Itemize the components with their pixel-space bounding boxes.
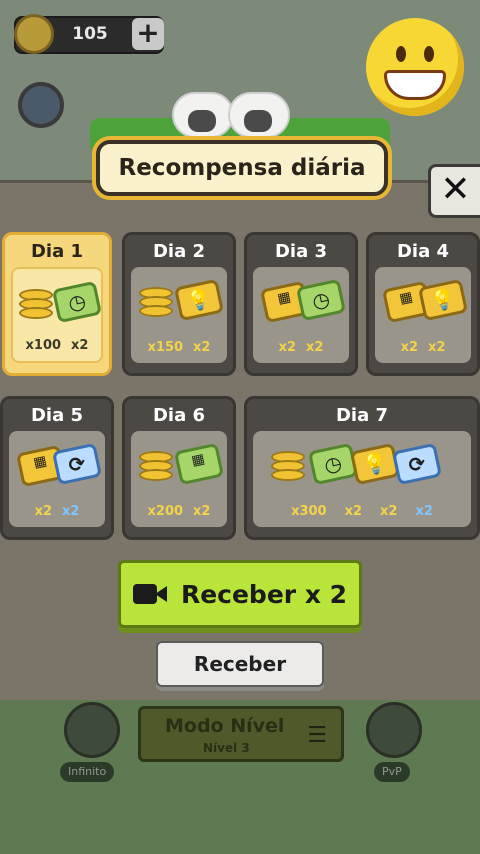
- reward-amount: x2: [71, 338, 89, 353]
- pvp-mode-button[interactable]: [366, 702, 422, 758]
- day-card-1[interactable]: Dia 1 ◷ x100 x2: [2, 232, 112, 376]
- coin-stack-icon: [139, 451, 175, 485]
- day-label: Dia 3: [274, 240, 328, 262]
- lightbulb-ticket-icon: 💡: [173, 278, 225, 322]
- receive-double-ad-button[interactable]: Receber x 2: [118, 560, 362, 628]
- receive-button[interactable]: Receber: [156, 641, 324, 687]
- reward-amount: x2: [415, 504, 433, 519]
- coin-stack-icon: [139, 287, 175, 321]
- reward-box: 💡 x150 x2: [131, 267, 227, 363]
- lightbulb-ticket-icon: 💡: [349, 442, 401, 486]
- clock-ticket-icon: ◷: [295, 278, 347, 322]
- reward-amount: x2: [344, 504, 363, 519]
- sheep-icon: [228, 92, 290, 138]
- level-mode-title: Modo Nível: [165, 715, 285, 737]
- coin-stack-icon: [19, 289, 55, 323]
- video-camera-icon: [132, 582, 169, 606]
- coin-stack-icon: [271, 451, 307, 485]
- list-icon: ☰: [307, 723, 327, 748]
- day-card-2[interactable]: Dia 2 💡 x150 x2: [122, 232, 236, 376]
- day-card-4[interactable]: Dia 4 ▦ 💡 x2 x2: [366, 232, 480, 376]
- day-card-6[interactable]: Dia 6 ▦ x200 x2: [122, 396, 236, 540]
- reward-amount: x2: [278, 340, 296, 355]
- coin-icon: [14, 14, 54, 54]
- sheep-icon: [172, 92, 234, 138]
- day-card-5[interactable]: Dia 5 ▦ ⟳ x2 x2: [0, 396, 114, 540]
- reward-amount: x100: [25, 338, 62, 353]
- close-button[interactable]: ✕: [428, 164, 480, 218]
- day-label: Dia 6: [152, 404, 206, 426]
- infinite-mode-button[interactable]: [64, 702, 120, 758]
- reward-amount: x2: [193, 504, 211, 519]
- clock-ticket-icon: ◷: [51, 280, 103, 324]
- reward-box: ▦ x200 x2: [131, 431, 227, 527]
- reward-amount: x2: [193, 340, 211, 355]
- reward-amount: x300: [291, 504, 327, 519]
- receive-double-label: Receber x 2: [180, 579, 348, 609]
- refresh-ticket-icon: ⟳: [391, 442, 443, 486]
- reward-box: ◷ 💡 ⟳ x300 x2 x2 x2: [253, 431, 471, 527]
- day-card-3[interactable]: Dia 3 ▦ ◷ x2 x2: [244, 232, 358, 376]
- pvp-mode-label: PvP: [374, 762, 410, 782]
- add-coins-button[interactable]: +: [132, 18, 164, 50]
- grinning-emoji-icon: [366, 18, 464, 116]
- reward-amount: x2: [428, 340, 446, 355]
- reward-amount: x2: [400, 340, 418, 355]
- reward-amount: x150: [147, 340, 184, 355]
- day-label: Dia 1: [30, 240, 84, 262]
- title-plaque: Recompensa diária: [96, 140, 388, 196]
- reward-box: ▦ 💡 x2 x2: [375, 267, 471, 363]
- reward-box: ◷ x100 x2: [11, 267, 103, 363]
- refresh-ticket-icon: ⟳: [51, 442, 103, 486]
- coin-count: 105: [72, 24, 108, 44]
- day-label: Dia 4: [396, 240, 450, 262]
- day-label: Dia 7: [335, 404, 389, 426]
- lucky-wheel-icon[interactable]: [18, 82, 64, 128]
- reward-amount: x2: [34, 504, 52, 519]
- clock-ticket-icon: ◷: [307, 442, 359, 486]
- reward-amount: x200: [147, 504, 184, 519]
- reward-amount: x2: [306, 340, 324, 355]
- day-card-7[interactable]: Dia 7 ◷ 💡 ⟳ x300 x2 x2 x2: [244, 396, 480, 540]
- reward-box: ▦ ⟳ x2 x2: [9, 431, 105, 527]
- level-number: Nível 3: [203, 741, 250, 755]
- day-label: Dia 2: [152, 240, 206, 262]
- reward-amount: x2: [380, 504, 398, 519]
- lightbulb-ticket-icon: 💡: [417, 278, 469, 322]
- map-ticket-icon: ▦: [173, 442, 225, 486]
- level-mode-button[interactable]: Modo Nível Nível 3 ☰: [138, 706, 344, 762]
- infinite-mode-label: Infinito: [60, 762, 115, 782]
- reward-box: ▦ ◷ x2 x2: [253, 267, 349, 363]
- day-label: Dia 5: [30, 404, 84, 426]
- page-title: Recompensa diária: [118, 155, 366, 181]
- reward-amount: x2: [62, 504, 80, 519]
